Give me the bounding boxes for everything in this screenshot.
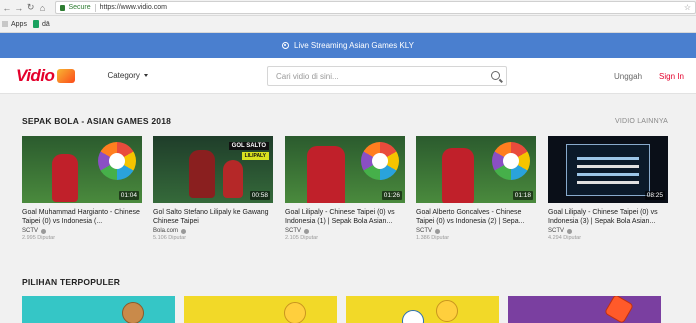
video-thumbnail[interactable]: 01:04 xyxy=(22,136,142,203)
sheets-icon xyxy=(32,20,39,28)
lock-icon xyxy=(60,4,66,11)
category-dropdown[interactable]: Category xyxy=(107,71,148,80)
popular-tile[interactable] xyxy=(22,296,175,323)
scoreboard-bar xyxy=(577,173,639,176)
video-thumbnail[interactable]: GOL SALTO LILIPALY 00:58 xyxy=(153,136,273,203)
mascot-icon xyxy=(122,302,144,323)
video-duration: 01:26 xyxy=(381,191,402,200)
scoreboard-bar xyxy=(577,157,639,160)
back-icon[interactable]: ← xyxy=(2,2,12,14)
popular-tile[interactable] xyxy=(346,296,499,323)
video-title[interactable]: Gol Salto Stefano Lilipaly ke Gawang Chi… xyxy=(153,208,273,226)
view-count: 4.294 Diputar xyxy=(548,235,582,241)
channel-name[interactable]: Bola.com xyxy=(153,228,178,234)
video-thumbnail[interactable]: 01:18 xyxy=(416,136,536,203)
verified-icon xyxy=(181,228,187,234)
video-duration: 00:58 xyxy=(249,191,270,200)
upload-link[interactable]: Unggah xyxy=(614,72,642,81)
bookmarks-bar: Apps dā xyxy=(0,16,696,33)
more-videos-link[interactable]: VIDIO LAINNYA xyxy=(615,118,668,125)
verified-icon xyxy=(435,228,441,234)
popular-tile[interactable] xyxy=(508,296,661,323)
secure-label: Secure xyxy=(68,4,91,11)
home-icon[interactable]: ⌂ xyxy=(38,2,48,14)
channel-row: SCTV xyxy=(285,228,405,234)
asian-games-logo-icon xyxy=(361,142,399,180)
search-placeholder: Cari vidio di sini... xyxy=(276,71,339,81)
channel-name[interactable]: SCTV xyxy=(416,228,432,234)
apps-grid-icon[interactable] xyxy=(2,21,8,27)
video-card[interactable]: GOL SALTO LILIPALY 00:58 Gol Salto Stefa… xyxy=(153,136,273,241)
asian-games-logo-icon xyxy=(98,142,136,180)
channel-row: SCTV xyxy=(548,228,668,234)
bookmark-apps[interactable]: Apps xyxy=(11,21,27,28)
address-separator xyxy=(94,3,96,12)
banner-text: Live Streaming Asian Games KLY xyxy=(294,41,414,50)
volleyball-icon xyxy=(402,310,424,323)
asian-games-mascot-icon xyxy=(57,68,76,83)
category-label: Category xyxy=(107,71,140,80)
scoreboard-graphic xyxy=(566,144,650,196)
video-card[interactable]: 01:26 Goal Lilipaly - Chinese Taipei (0)… xyxy=(285,136,405,241)
verified-icon xyxy=(304,228,310,234)
view-count: 1.386 Diputar xyxy=(416,235,450,241)
popular-tile[interactable] xyxy=(184,296,337,323)
video-card[interactable]: 08:25 Goal Lilipaly - Chinese Taipei (0)… xyxy=(548,136,668,241)
player-figure xyxy=(442,148,474,203)
address-bar[interactable]: Secure https://www.vidio.com ☆ xyxy=(55,1,696,14)
player-figure xyxy=(223,160,243,198)
forward-icon[interactable]: → xyxy=(14,2,24,14)
scoreboard-bar xyxy=(577,181,639,184)
search-input[interactable]: Cari vidio di sini... xyxy=(267,66,507,86)
section-title-sepak-bola: SEPAK BOLA - ASIAN GAMES 2018 xyxy=(22,116,172,126)
live-icon xyxy=(282,42,290,49)
view-count: 2.105 Diputar xyxy=(285,235,319,241)
view-count: 2.995 Diputar xyxy=(22,235,56,241)
bookmark-star-icon[interactable]: ☆ xyxy=(684,3,691,12)
verified-icon xyxy=(567,228,573,234)
channel-name[interactable]: SCTV xyxy=(22,228,38,234)
emoji-icon xyxy=(284,302,306,323)
search-icon[interactable] xyxy=(491,71,500,80)
channel-row: Bola.com xyxy=(153,228,273,234)
video-thumbnail[interactable]: 08:25 xyxy=(548,136,668,203)
live-streaming-banner[interactable]: Live Streaming Asian Games KLY xyxy=(0,33,696,58)
emoji-icon xyxy=(436,300,458,322)
channel-name[interactable]: SCTV xyxy=(548,228,564,234)
asian-games-logo-icon xyxy=(492,142,530,180)
video-title[interactable]: Goal Alberto Goncalves - Chinese Taipei … xyxy=(416,208,536,226)
section-title-popular: PILIHAN TERPOPULER xyxy=(22,277,121,287)
player-figure xyxy=(307,146,345,203)
reload-icon[interactable]: ↻ xyxy=(26,2,36,14)
bookmark-sheet[interactable]: dā xyxy=(42,21,50,28)
player-figure xyxy=(189,150,215,198)
site-header: Vidio Category Cari vidio di sini... Ung… xyxy=(0,58,696,94)
scoreboard-bar xyxy=(577,165,639,168)
video-duration: 08:25 xyxy=(644,191,665,200)
overlay-tag: GOL SALTO xyxy=(228,142,269,150)
video-duration: 01:18 xyxy=(512,191,533,200)
video-title[interactable]: Goal Lilipaly - Chinese Taipei (0) vs In… xyxy=(548,208,668,226)
vidio-logo[interactable]: Vidio xyxy=(16,66,55,86)
video-thumbnail[interactable]: 01:26 xyxy=(285,136,405,203)
video-card[interactable]: 01:04 Goal Muhammad Hargianto - Chinese … xyxy=(22,136,142,241)
url-text[interactable]: https://www.vidio.com xyxy=(100,4,167,11)
video-title[interactable]: Goal Lilipaly - Chinese Taipei (0) vs In… xyxy=(285,208,405,226)
video-title[interactable]: Goal Muhammad Hargianto - Chinese Taipei… xyxy=(22,208,142,226)
view-count: 5.106 Diputar xyxy=(153,235,187,241)
channel-row: SCTV xyxy=(416,228,536,234)
star-icon xyxy=(603,296,635,323)
player-figure xyxy=(52,154,78,202)
overlay-subtag: LILIPALY xyxy=(241,152,269,160)
channel-name[interactable]: SCTV xyxy=(285,228,301,234)
video-card[interactable]: 01:18 Goal Alberto Goncalves - Chinese T… xyxy=(416,136,536,241)
channel-row: SCTV xyxy=(22,228,142,234)
sign-in-link[interactable]: Sign In xyxy=(659,72,684,81)
verified-icon xyxy=(41,228,47,234)
chevron-down-icon xyxy=(143,74,148,77)
browser-toolbar: ← → ↻ ⌂ Secure https://www.vidio.com ☆ xyxy=(0,0,696,16)
video-duration: 01:04 xyxy=(118,191,139,200)
